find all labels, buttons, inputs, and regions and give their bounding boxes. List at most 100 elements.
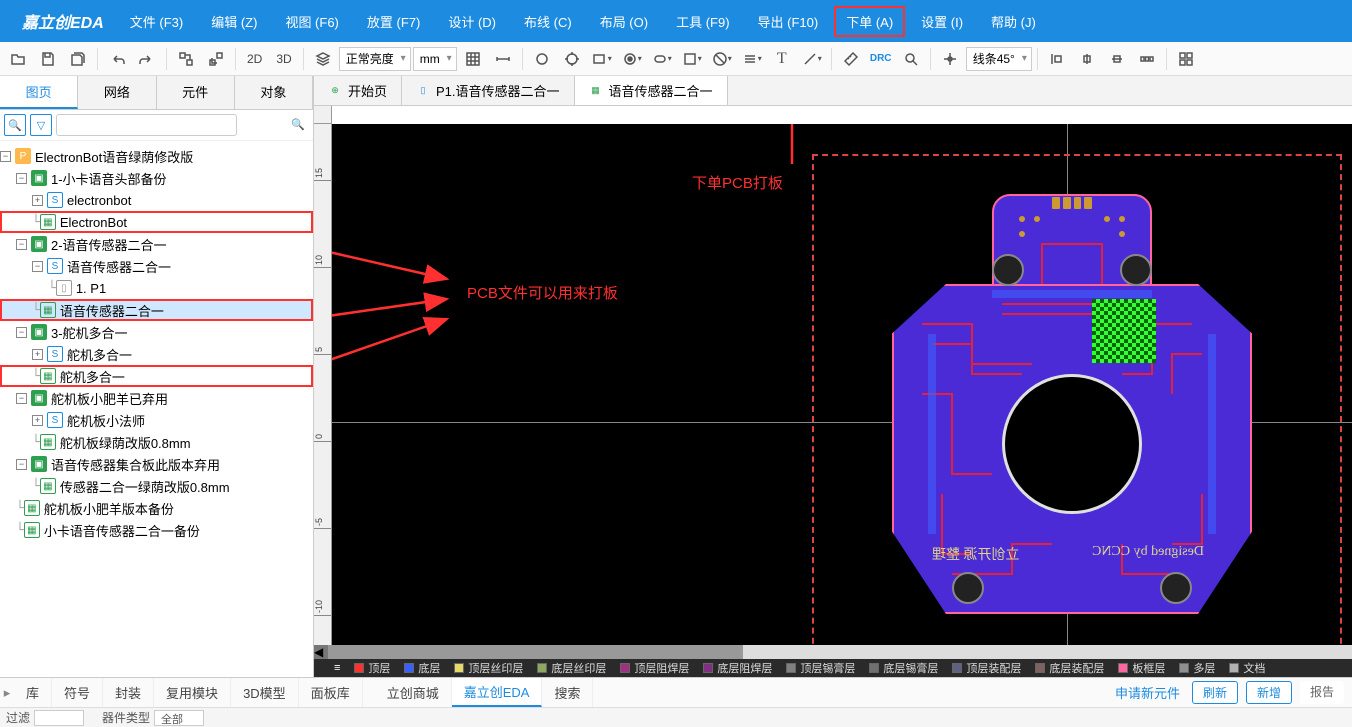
footer-tab-lcsc[interactable]: 立创商城 — [375, 678, 452, 707]
target-icon[interactable] — [558, 45, 586, 73]
add-button[interactable]: 新增 — [1246, 681, 1292, 704]
footer-tab-footprint[interactable]: 封装 — [103, 678, 154, 707]
layer-chip[interactable]: 文档 — [1223, 660, 1271, 676]
measure-icon[interactable] — [837, 45, 865, 73]
layer-chip[interactable]: 底层丝印层 — [531, 660, 612, 676]
unit-select[interactable]: mm — [413, 47, 457, 71]
report-button[interactable]: 报告 — [1300, 681, 1344, 704]
pcb-board[interactable]: 立创开源 整理 Designed by CCNC — [892, 194, 1252, 645]
tree-folder[interactable]: − ▣ 语音传感器集合板此版本弃用 — [0, 453, 313, 475]
align-3-icon[interactable] — [1103, 45, 1131, 73]
tree-pcb-voice-sensor[interactable]: └ ▦ 语音传感器二合一 — [0, 299, 313, 321]
tab-pages[interactable]: 图页 — [0, 76, 78, 109]
layer-chip[interactable]: 板框层 — [1112, 660, 1171, 676]
layer-icon[interactable] — [309, 45, 337, 73]
layer-chip[interactable]: 多层 — [1173, 660, 1221, 676]
doc-tab-sch[interactable]: ▯ P1.语音传感器二合一 — [402, 76, 575, 105]
tree-pcb[interactable]: └ ▦ 舵机板绿荫改版0.8mm — [0, 431, 313, 453]
layer-chip[interactable]: 底层 — [398, 660, 446, 676]
collapse-icon[interactable]: − — [32, 261, 43, 272]
tree-sch[interactable]: + S 舵机板小法师 — [0, 409, 313, 431]
menu-design[interactable]: 设计 (D) — [436, 6, 508, 37]
expand-icon[interactable]: + — [32, 415, 43, 426]
keepout-icon[interactable]: ▾ — [708, 45, 736, 73]
collapse-icon[interactable]: − — [16, 393, 27, 404]
request-component-link[interactable]: 申请新元件 — [1103, 683, 1192, 702]
brightness-select[interactable]: 正常亮度 — [339, 47, 411, 71]
menu-edit[interactable]: 编辑 (Z) — [199, 6, 269, 37]
collapse-icon[interactable]: − — [16, 459, 27, 470]
open-icon[interactable] — [4, 45, 32, 73]
align-1-icon[interactable] — [1043, 45, 1071, 73]
panel-search-input[interactable] — [56, 114, 237, 136]
collapse-icon[interactable]: − — [16, 173, 27, 184]
footer-tab-search[interactable]: 搜索 — [542, 678, 593, 707]
menu-order[interactable]: 下单 (A) — [834, 6, 905, 37]
refresh-button[interactable]: 刷新 — [1192, 681, 1238, 704]
cross-probe2-icon[interactable] — [202, 45, 230, 73]
undo-icon[interactable] — [103, 45, 131, 73]
via-icon[interactable]: ▾ — [618, 45, 646, 73]
tree-pcb[interactable]: └ ▦ 传感器二合一绿荫改版0.8mm — [0, 475, 313, 497]
grid-icon[interactable] — [459, 45, 487, 73]
layer-chip[interactable]: 顶层 — [348, 660, 396, 676]
tree-pcb-electronbot[interactable]: └ ▦ ElectronBot — [0, 211, 313, 233]
dimension-icon[interactable] — [489, 45, 517, 73]
align-2-icon[interactable] — [1073, 45, 1101, 73]
tree-folder[interactable]: − ▣ 舵机板小肥羊已弃用 — [0, 387, 313, 409]
tree-pcb-servo[interactable]: └ ▦ 舵机多合一 — [0, 365, 313, 387]
footer-tab-jlceda[interactable]: 嘉立创EDA — [452, 678, 543, 707]
save-icon[interactable] — [34, 45, 62, 73]
origin-icon[interactable] — [936, 45, 964, 73]
layer-menu-icon[interactable]: ≡ — [334, 662, 340, 674]
rect-icon[interactable]: ▾ — [588, 45, 616, 73]
pcb-canvas[interactable]: 立创开源 整理 Designed by CCNC 下单PCB打板 PCB文件可以… — [332, 124, 1352, 645]
line-icon[interactable]: ▾ — [798, 45, 826, 73]
footer-tab-symbol[interactable]: 符号 — [52, 678, 103, 707]
tree-sch[interactable]: + S electronbot — [0, 189, 313, 211]
collapse-icon[interactable]: − — [16, 239, 27, 250]
pad-icon[interactable]: ▾ — [648, 45, 676, 73]
collapse-icon[interactable]: − — [16, 327, 27, 338]
fill-icon[interactable]: ▾ — [678, 45, 706, 73]
view-2d-button[interactable]: 2D — [241, 45, 268, 73]
layer-chip[interactable]: 底层阻焊层 — [697, 660, 778, 676]
tab-objects[interactable]: 对象 — [235, 76, 313, 109]
line-style-select[interactable]: 线条45° — [966, 47, 1032, 71]
tab-nets[interactable]: 网络 — [78, 76, 156, 109]
menu-tools[interactable]: 工具 (F9) — [664, 6, 741, 37]
tree-pcb[interactable]: └ ▦ 舵机板小肥羊版本备份 — [0, 497, 313, 519]
tab-components[interactable]: 元件 — [157, 76, 235, 109]
type-field[interactable]: 器件类型 全部 — [102, 709, 204, 726]
layer-chip[interactable]: 顶层装配层 — [946, 660, 1027, 676]
view-3d-button[interactable]: 3D — [270, 45, 297, 73]
tree-folder[interactable]: − ▣ 1-小卡语音头部备份 — [0, 167, 313, 189]
cross-probe-icon[interactable] — [172, 45, 200, 73]
doc-tab-pcb[interactable]: ▦ 语音传感器二合一 — [575, 76, 728, 105]
drc-button[interactable]: DRC — [867, 45, 895, 73]
footer-tab-panellib[interactable]: 面板库 — [299, 678, 363, 707]
tree-sch[interactable]: + S 舵机多合一 — [0, 343, 313, 365]
menu-place[interactable]: 放置 (F7) — [355, 6, 432, 37]
circle-icon[interactable] — [528, 45, 556, 73]
scrollbar-horizontal[interactable]: ◀ — [314, 645, 1352, 659]
layer-chip[interactable]: 顶层锡膏层 — [780, 660, 861, 676]
stack-icon[interactable]: ▾ — [738, 45, 766, 73]
expand-icon[interactable]: + — [32, 349, 43, 360]
layer-chip[interactable]: 顶层阻焊层 — [614, 660, 695, 676]
menu-route[interactable]: 布线 (C) — [512, 6, 584, 37]
menu-export[interactable]: 导出 (F10) — [746, 6, 831, 37]
menu-view[interactable]: 视图 (F6) — [273, 6, 350, 37]
collapse-icon[interactable]: − — [0, 151, 11, 162]
menu-help[interactable]: 帮助 (J) — [979, 6, 1048, 37]
tree-project-root[interactable]: − P ElectronBot语音绿荫修改版 — [0, 145, 313, 167]
text-icon[interactable]: T — [768, 45, 796, 73]
panelize-icon[interactable] — [1172, 45, 1200, 73]
search-mode-icon[interactable]: 🔍 — [4, 114, 26, 136]
filter-field[interactable]: 过滤 — [6, 709, 84, 726]
tree-folder[interactable]: − ▣ 2-语音传感器二合一 — [0, 233, 313, 255]
dist-icon[interactable] — [1133, 45, 1161, 73]
tree-pcb[interactable]: └ ▦ 小卡语音传感器二合一备份 — [0, 519, 313, 541]
tree-page[interactable]: └ ▯ 1. P1 — [0, 277, 313, 299]
search-icon[interactable] — [897, 45, 925, 73]
